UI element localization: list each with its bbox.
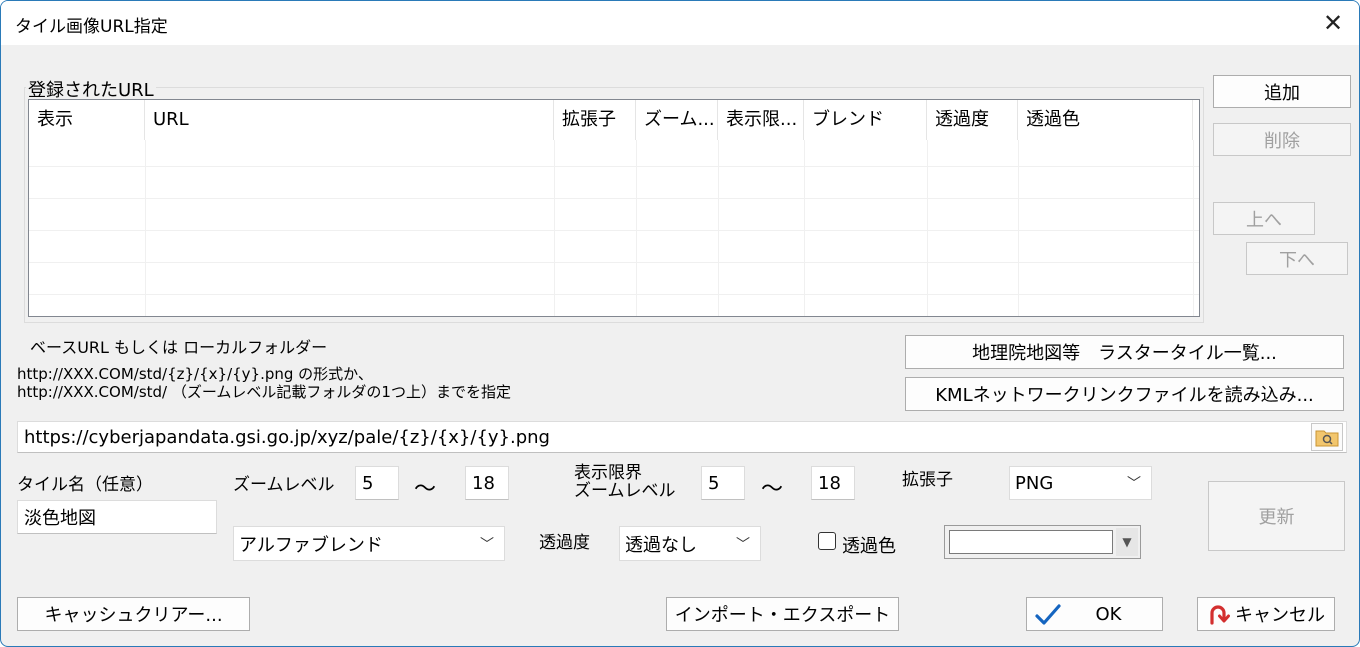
tile-name-input[interactable]: 淡色地図: [17, 500, 217, 534]
transparency-label: 透過度: [539, 533, 590, 553]
folder-search-icon: [1315, 430, 1339, 447]
column-header-url[interactable]: URL: [145, 100, 554, 140]
blend-mode-selected-value: アルファブレンド: [239, 534, 383, 556]
table-row: [29, 166, 1199, 198]
column-header-display[interactable]: 表示: [29, 100, 145, 140]
import-export-button[interactable]: インポート・エクスポート: [666, 597, 899, 631]
checkmark-icon: [1035, 604, 1061, 625]
display-zoom-min-input[interactable]: 5: [701, 466, 745, 500]
add-button[interactable]: 追加: [1213, 75, 1351, 108]
display-zoom-max-input[interactable]: 18: [811, 466, 855, 500]
table-row: [29, 294, 1199, 316]
column-divider: [636, 140, 637, 316]
browse-folder-button[interactable]: [1311, 423, 1343, 451]
column-divider: [927, 140, 928, 316]
trans-color-checkbox[interactable]: [818, 532, 836, 550]
raster-tile-list-button[interactable]: 地理院地図等 ラスタータイル一覧...: [905, 335, 1344, 369]
column-divider: [1193, 140, 1194, 316]
title-bar: タイル画像URL指定 ✕: [1, 1, 1359, 45]
dropdown-arrow-icon: ▼: [1116, 528, 1138, 556]
extension-label: 拡張子: [902, 470, 953, 490]
display-zoom-range-tilde: 〜: [761, 477, 784, 502]
dialog-window: タイル画像URL指定 ✕ 登録されたURL 表示 URL 拡張子 ズーム... …: [0, 0, 1360, 647]
extension-select[interactable]: PNG ﹀: [1009, 466, 1152, 500]
column-divider: [804, 140, 805, 316]
blend-mode-select[interactable]: アルファブレンド ﹀: [233, 526, 505, 561]
chevron-down-icon: ﹀: [480, 536, 494, 553]
ok-label: OK: [1095, 603, 1122, 625]
zoom-range-tilde: 〜: [414, 477, 437, 502]
ok-button[interactable]: OK: [1026, 597, 1163, 631]
column-header-zoom[interactable]: ズーム...: [636, 100, 718, 140]
update-button[interactable]: 更新: [1208, 481, 1345, 551]
column-divider: [1018, 140, 1019, 316]
cancel-button[interactable]: キャンセル: [1197, 597, 1335, 631]
transparency-select[interactable]: 透過なし ﹀: [619, 526, 761, 561]
column-header-blend[interactable]: ブレンド: [804, 100, 927, 140]
cache-clear-button[interactable]: キャッシュクリアー...: [17, 597, 250, 631]
column-header-display-limit[interactable]: 表示限...: [718, 100, 804, 140]
transparency-selected-value: 透過なし: [625, 534, 697, 556]
table-row: [29, 198, 1199, 230]
display-limit-label-line2: ズームレベル: [574, 481, 676, 501]
column-header-extension[interactable]: 拡張子: [554, 100, 636, 140]
delete-button[interactable]: 削除: [1213, 123, 1351, 156]
trans-color-label: 透過色: [842, 536, 896, 557]
display-limit-label-line1: 表示限界: [574, 463, 642, 483]
column-header-transparency[interactable]: 透過度: [927, 100, 1018, 140]
table-row: [29, 230, 1199, 262]
column-divider: [718, 140, 719, 316]
zoom-level-label: ズームレベル: [233, 475, 335, 495]
chevron-down-icon: ﹀: [1127, 476, 1141, 492]
zoom-min-input[interactable]: 5: [355, 466, 399, 500]
zoom-max-input[interactable]: 18: [465, 466, 509, 500]
move-up-button[interactable]: 上へ: [1213, 202, 1315, 235]
chevron-down-icon: ﹀: [736, 536, 750, 553]
window-title: タイル画像URL指定: [15, 17, 168, 37]
base-url-hint-line1: http://XXX.COM/std/{z}/{x}/{y}.png の形式か、: [17, 365, 373, 383]
table-row: [29, 262, 1199, 294]
cancel-label: キャンセル: [1235, 605, 1325, 626]
extension-selected-value: PNG: [1015, 472, 1054, 494]
base-url-label: ベースURL もしくは ローカルフォルダー: [30, 338, 328, 357]
undo-arrow-icon: [1210, 605, 1230, 625]
column-divider: [145, 140, 146, 316]
table-header: 表示 URL 拡張子 ズーム... 表示限... ブレンド 透過度 透過色: [29, 100, 1199, 140]
close-icon: ✕: [1322, 9, 1344, 37]
move-down-button[interactable]: 下へ: [1246, 242, 1348, 275]
trans-color-picker[interactable]: ▼: [944, 525, 1141, 559]
tile-name-label: タイル名（任意）: [17, 475, 153, 495]
column-header-trans-color[interactable]: 透過色: [1018, 100, 1193, 140]
color-swatch: [949, 530, 1113, 554]
base-url-input[interactable]: https://cyberjapandata.gsi.go.jp/xyz/pal…: [17, 421, 1347, 453]
close-button[interactable]: ✕: [1307, 1, 1359, 45]
kml-load-button[interactable]: KMLネットワークリンクファイルを読み込み...: [905, 377, 1344, 411]
column-divider: [554, 140, 555, 316]
url-list-table[interactable]: 表示 URL 拡張子 ズーム... 表示限... ブレンド 透過度 透過色: [28, 99, 1200, 317]
base-url-hint-line2: http://XXX.COM/std/ （ズームレベル記載フォルダの1つ上）まで…: [17, 383, 511, 401]
